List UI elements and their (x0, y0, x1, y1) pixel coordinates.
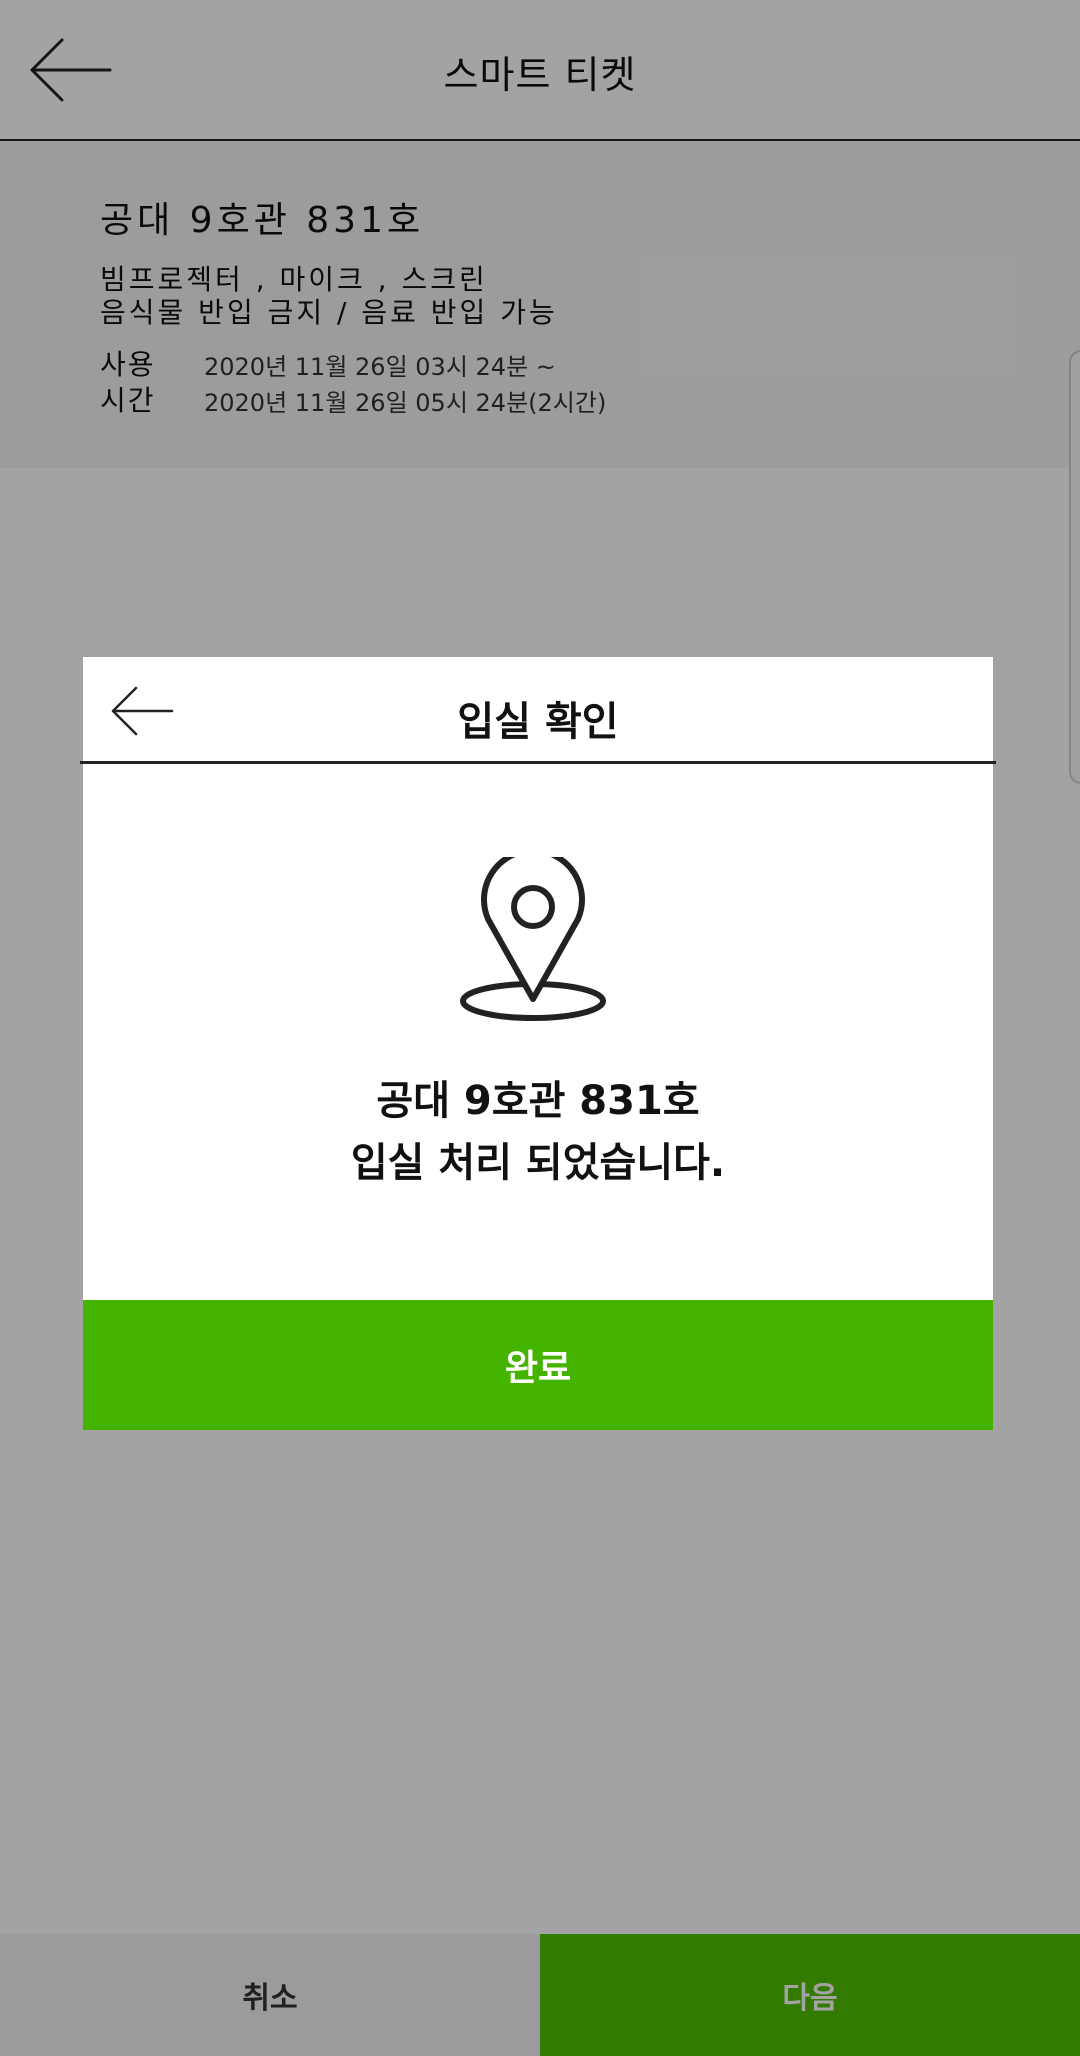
dialog-title: 입실 확인 (457, 699, 619, 745)
location-pin-icon (460, 857, 606, 1021)
message-status: 입실 처리 되었습니다. (350, 1140, 726, 1186)
complete-button[interactable]: 완료 (83, 1300, 993, 1430)
message-room: 공대 9호관 831호 (376, 1078, 700, 1124)
entry-confirm-dialog: 입실 확인 공대 9호관 831호 입실 처리 되었습니다. 완료 (80, 657, 996, 1430)
dialog-header: 입실 확인 (80, 657, 996, 764)
dialog-message: 공대 9호관 831호 입실 처리 되었습니다. (83, 1070, 993, 1194)
